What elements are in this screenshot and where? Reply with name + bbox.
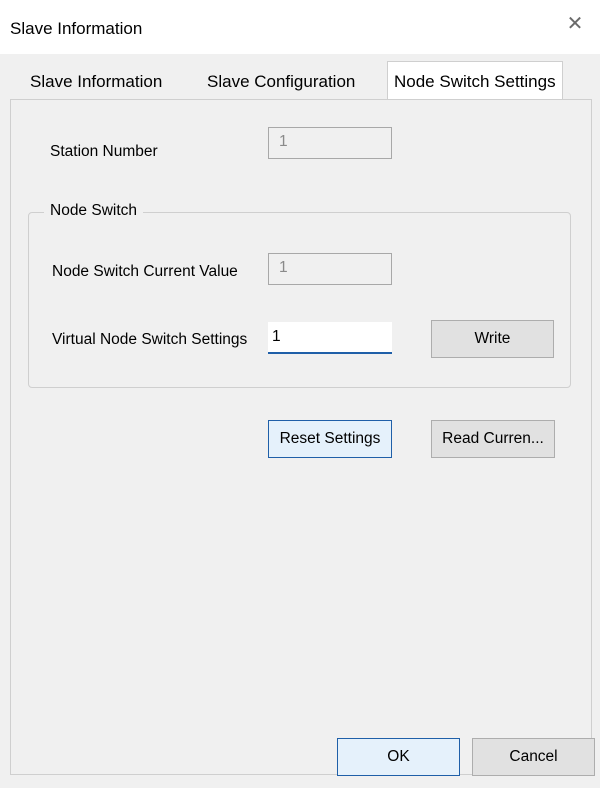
station-number-label: Station Number [50,143,158,160]
ok-button[interactable]: OK [337,738,460,776]
dialog-left-edge [0,100,10,788]
title-bar: Slave Information ✕ [0,0,600,54]
virtual-node-switch-settings-label: Virtual Node Switch Settings [52,331,248,348]
tab-node-switch-settings[interactable]: Node Switch Settings [387,61,563,100]
window-title: Slave Information [10,19,143,38]
tab-strip: Slave Information Slave Configuration No… [0,54,600,100]
read-current-button[interactable]: Read Curren... [431,420,555,458]
virtual-node-switch-input[interactable]: 1 [268,322,392,354]
cancel-button[interactable]: Cancel [472,738,595,776]
close-icon[interactable]: ✕ [555,6,595,40]
write-button[interactable]: Write [431,320,554,358]
reset-settings-button[interactable]: Reset Settings [268,420,392,458]
tab-slave-information[interactable]: Slave Information [30,64,162,100]
node-switch-group [28,212,571,388]
tab-slave-configuration[interactable]: Slave Configuration [207,64,355,100]
node-switch-current-value-field: 1 [268,253,392,285]
node-switch-current-value-label: Node Switch Current Value [52,263,238,280]
node-switch-group-title: Node Switch [44,202,144,220]
station-number-field: 1 [268,127,392,159]
slave-information-dialog: Slave Information ✕ Slave Information Sl… [0,0,600,788]
